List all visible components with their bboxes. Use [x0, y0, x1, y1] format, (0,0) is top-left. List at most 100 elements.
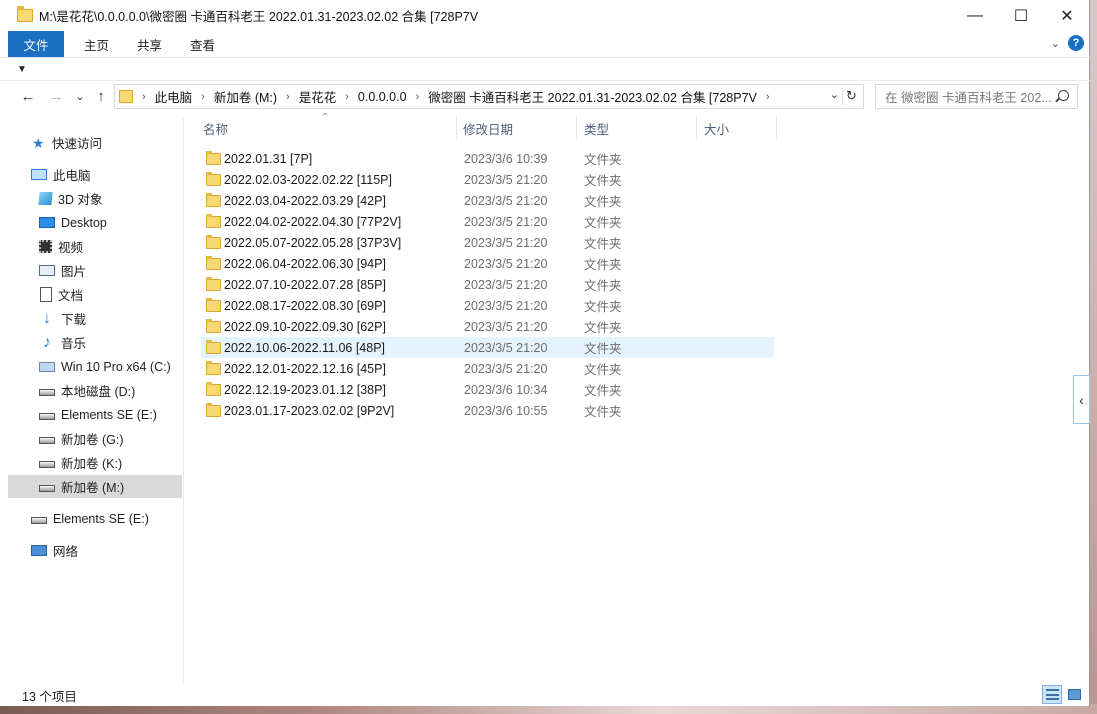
breadcrumb-this-pc[interactable]: 此电脑: [155, 87, 193, 106]
chevron-right-icon[interactable]: ›: [766, 91, 770, 103]
sidebar-item-pictures[interactable]: 图片: [39, 259, 86, 282]
sidebar-item-this-pc[interactable]: 此电脑: [31, 163, 91, 186]
downloads-icon: ↓: [43, 309, 51, 327]
videos-icon: [39, 240, 52, 253]
close-button[interactable]: ✕: [1044, 0, 1090, 31]
sidebar-item-label: 新加卷 (K:): [61, 457, 123, 471]
file-row[interactable]: 2022.05.07-2022.05.28 [37P3V] 2023/3/5 2…: [201, 232, 774, 253]
sidebar-item-downloads[interactable]: ↓ 下载: [39, 307, 86, 330]
sidebar-item-videos[interactable]: 视频: [39, 235, 83, 258]
search-icon[interactable]: [1058, 90, 1069, 101]
folder-icon: [119, 90, 133, 103]
up-button[interactable]: ↑: [90, 85, 112, 107]
sidebar-item-3d-objects[interactable]: 3D 对象: [38, 187, 102, 210]
ribbon-tabs: 文件 主页 共享 查看 ⌄ ?: [0, 31, 1090, 57]
breadcrumb-drive-m[interactable]: 新加卷 (M:): [214, 87, 277, 106]
recent-locations-button[interactable]: ⌄: [69, 85, 91, 107]
breadcrumb-current[interactable]: 微密圈 卡通百科老王 2022.01.31-2023.02.02 合集 [728…: [428, 87, 757, 106]
sidebar-item-drive-k[interactable]: 新加卷 (K:): [39, 451, 122, 474]
tab-file[interactable]: 文件: [8, 31, 64, 57]
column-header-type[interactable]: 类型: [577, 116, 697, 141]
chevron-right-icon[interactable]: ›: [345, 91, 349, 103]
forward-button[interactable]: →: [45, 85, 67, 107]
drive-icon: [39, 437, 55, 444]
file-row[interactable]: 2022.12.19-2023.01.12 [38P] 2023/3/6 10:…: [201, 379, 774, 400]
file-row[interactable]: 2022.07.10-2022.07.28 [85P] 2023/3/5 21:…: [201, 274, 774, 295]
sidebar-item-music[interactable]: ♪ 音乐: [39, 331, 86, 354]
folder-icon: [206, 213, 221, 228]
quick-access-toolbar: ▼: [0, 57, 1090, 81]
help-icon[interactable]: ?: [1068, 35, 1084, 51]
sidebar-item-elements-se[interactable]: Elements SE (E:): [31, 507, 149, 530]
file-list: ⌃ 名称 修改日期 类型 大小 2022.01.31 [7P] 2023/3/6…: [185, 112, 1090, 684]
column-header-date[interactable]: 修改日期: [457, 116, 577, 141]
tab-home[interactable]: 主页: [70, 31, 123, 57]
pictures-icon: [39, 265, 55, 276]
sidebar-item-documents[interactable]: 文档: [40, 283, 83, 306]
sidebar-item-desktop[interactable]: Desktop: [39, 211, 107, 234]
sidebar-item-drive-m[interactable]: 新加卷 (M:): [8, 475, 182, 498]
navigation-pane: ★ 快速访问 此电脑 3D 对象 Desktop 视频 图片 文档 ↓ 下载 ♪…: [0, 118, 184, 684]
file-row[interactable]: 2022.04.02-2022.04.30 [77P2V] 2023/3/5 2…: [201, 211, 774, 232]
sidebar-item-drive-g[interactable]: 新加卷 (G:): [39, 427, 124, 450]
file-row[interactable]: 2022.03.04-2022.03.29 [42P] 2023/3/5 21:…: [201, 190, 774, 211]
search-box[interactable]: 在 微密圈 卡通百科老王 202...: [875, 84, 1078, 109]
file-row[interactable]: 2022.02.03-2022.02.22 [115P] 2023/3/5 21…: [201, 169, 774, 190]
sidebar-item-label: 网络: [53, 545, 79, 559]
sidebar-item-label: 此电脑: [53, 169, 91, 183]
sort-ascending-icon: ⌃: [321, 112, 330, 123]
sidebar-item-label: 视频: [58, 241, 84, 255]
view-switcher: [1042, 685, 1084, 704]
file-row[interactable]: 2022.09.10-2022.09.30 [62P] 2023/3/5 21:…: [201, 316, 774, 337]
sidebar-item-label: 快速访问: [52, 137, 103, 151]
column-header-size[interactable]: 大小: [697, 116, 777, 141]
folder-icon: [206, 318, 221, 333]
back-button[interactable]: ←: [17, 85, 39, 107]
chevron-right-icon[interactable]: ›: [142, 91, 146, 103]
file-row[interactable]: 2023.01.17-2023.02.02 [9P2V] 2023/3/6 10…: [201, 400, 774, 421]
maximize-button[interactable]: ☐: [998, 0, 1044, 31]
sidebar-item-drive-d[interactable]: 本地磁盘 (D:): [39, 379, 135, 402]
drive-icon: [39, 461, 55, 468]
address-bar[interactable]: › 此电脑 › 新加卷 (M:) › 是花花 › 0.0.0.0.0 › 微密圈…: [114, 84, 864, 109]
chevron-right-icon[interactable]: ›: [201, 91, 205, 103]
folder-icon: [206, 171, 221, 186]
drive-icon: [39, 389, 55, 396]
details-view-button[interactable]: [1042, 685, 1062, 704]
windows-drive-icon: [39, 361, 55, 372]
file-row[interactable]: 2022.12.01-2022.12.16 [45P] 2023/3/5 21:…: [201, 358, 774, 379]
quick-access-star-icon: ★: [32, 134, 45, 151]
sidebar-item-quick-access[interactable]: ★ 快速访问: [32, 131, 102, 154]
refresh-icon[interactable]: ↻: [842, 87, 860, 105]
ribbon-controls: ⌄ ?: [1051, 35, 1084, 51]
file-row[interactable]: 2022.08.17-2022.08.30 [69P] 2023/3/5 21:…: [201, 295, 774, 316]
documents-icon: [40, 287, 52, 302]
sidebar-item-network[interactable]: 网络: [31, 539, 78, 562]
3d-objects-icon: [38, 192, 53, 205]
address-dropdown-icon[interactable]: ⌄: [830, 88, 839, 101]
preview-pane-toggle-chevron-left-icon[interactable]: ‹: [1073, 375, 1090, 424]
tab-share[interactable]: 共享: [123, 31, 176, 57]
item-count: 13 个项目: [22, 689, 77, 704]
file-row[interactable]: 2022.06.04-2022.06.30 [94P] 2023/3/5 21:…: [201, 253, 774, 274]
chevron-down-icon[interactable]: ⌄: [1051, 37, 1060, 50]
column-header-name[interactable]: ⌃ 名称: [185, 112, 457, 141]
chevron-right-icon[interactable]: ›: [286, 91, 290, 103]
search-input[interactable]: 在 微密圈 卡通百科老王 202...: [885, 87, 1051, 106]
folder-icon: [206, 402, 221, 417]
sidebar-item-label: Desktop: [61, 215, 107, 230]
large-icons-view-button[interactable]: [1064, 685, 1084, 704]
breadcrumb-folder[interactable]: 是花花: [299, 87, 337, 106]
minimize-button[interactable]: —: [952, 0, 998, 31]
sidebar-item-drive-c[interactable]: Win 10 Pro x64 (C:): [39, 355, 171, 378]
file-row-selected[interactable]: 2022.10.06-2022.11.06 [48P] 2023/3/5 21:…: [201, 337, 774, 358]
sidebar-item-label: Win 10 Pro x64 (C:): [61, 359, 171, 374]
folder-icon: [206, 276, 221, 291]
sidebar-item-drive-e[interactable]: Elements SE (E:): [39, 403, 157, 426]
file-row[interactable]: 2022.01.31 [7P] 2023/3/6 10:39 文件夹: [201, 148, 774, 169]
customize-toolbar-icon[interactable]: ▼: [17, 65, 27, 75]
tab-view[interactable]: 查看: [176, 31, 229, 57]
breadcrumb-subfolder[interactable]: 0.0.0.0.0: [358, 90, 407, 104]
chevron-right-icon[interactable]: ›: [416, 91, 420, 103]
title-bar[interactable]: M:\是花花\0.0.0.0.0\微密圈 卡通百科老王 2022.01.31-2…: [0, 0, 1090, 31]
